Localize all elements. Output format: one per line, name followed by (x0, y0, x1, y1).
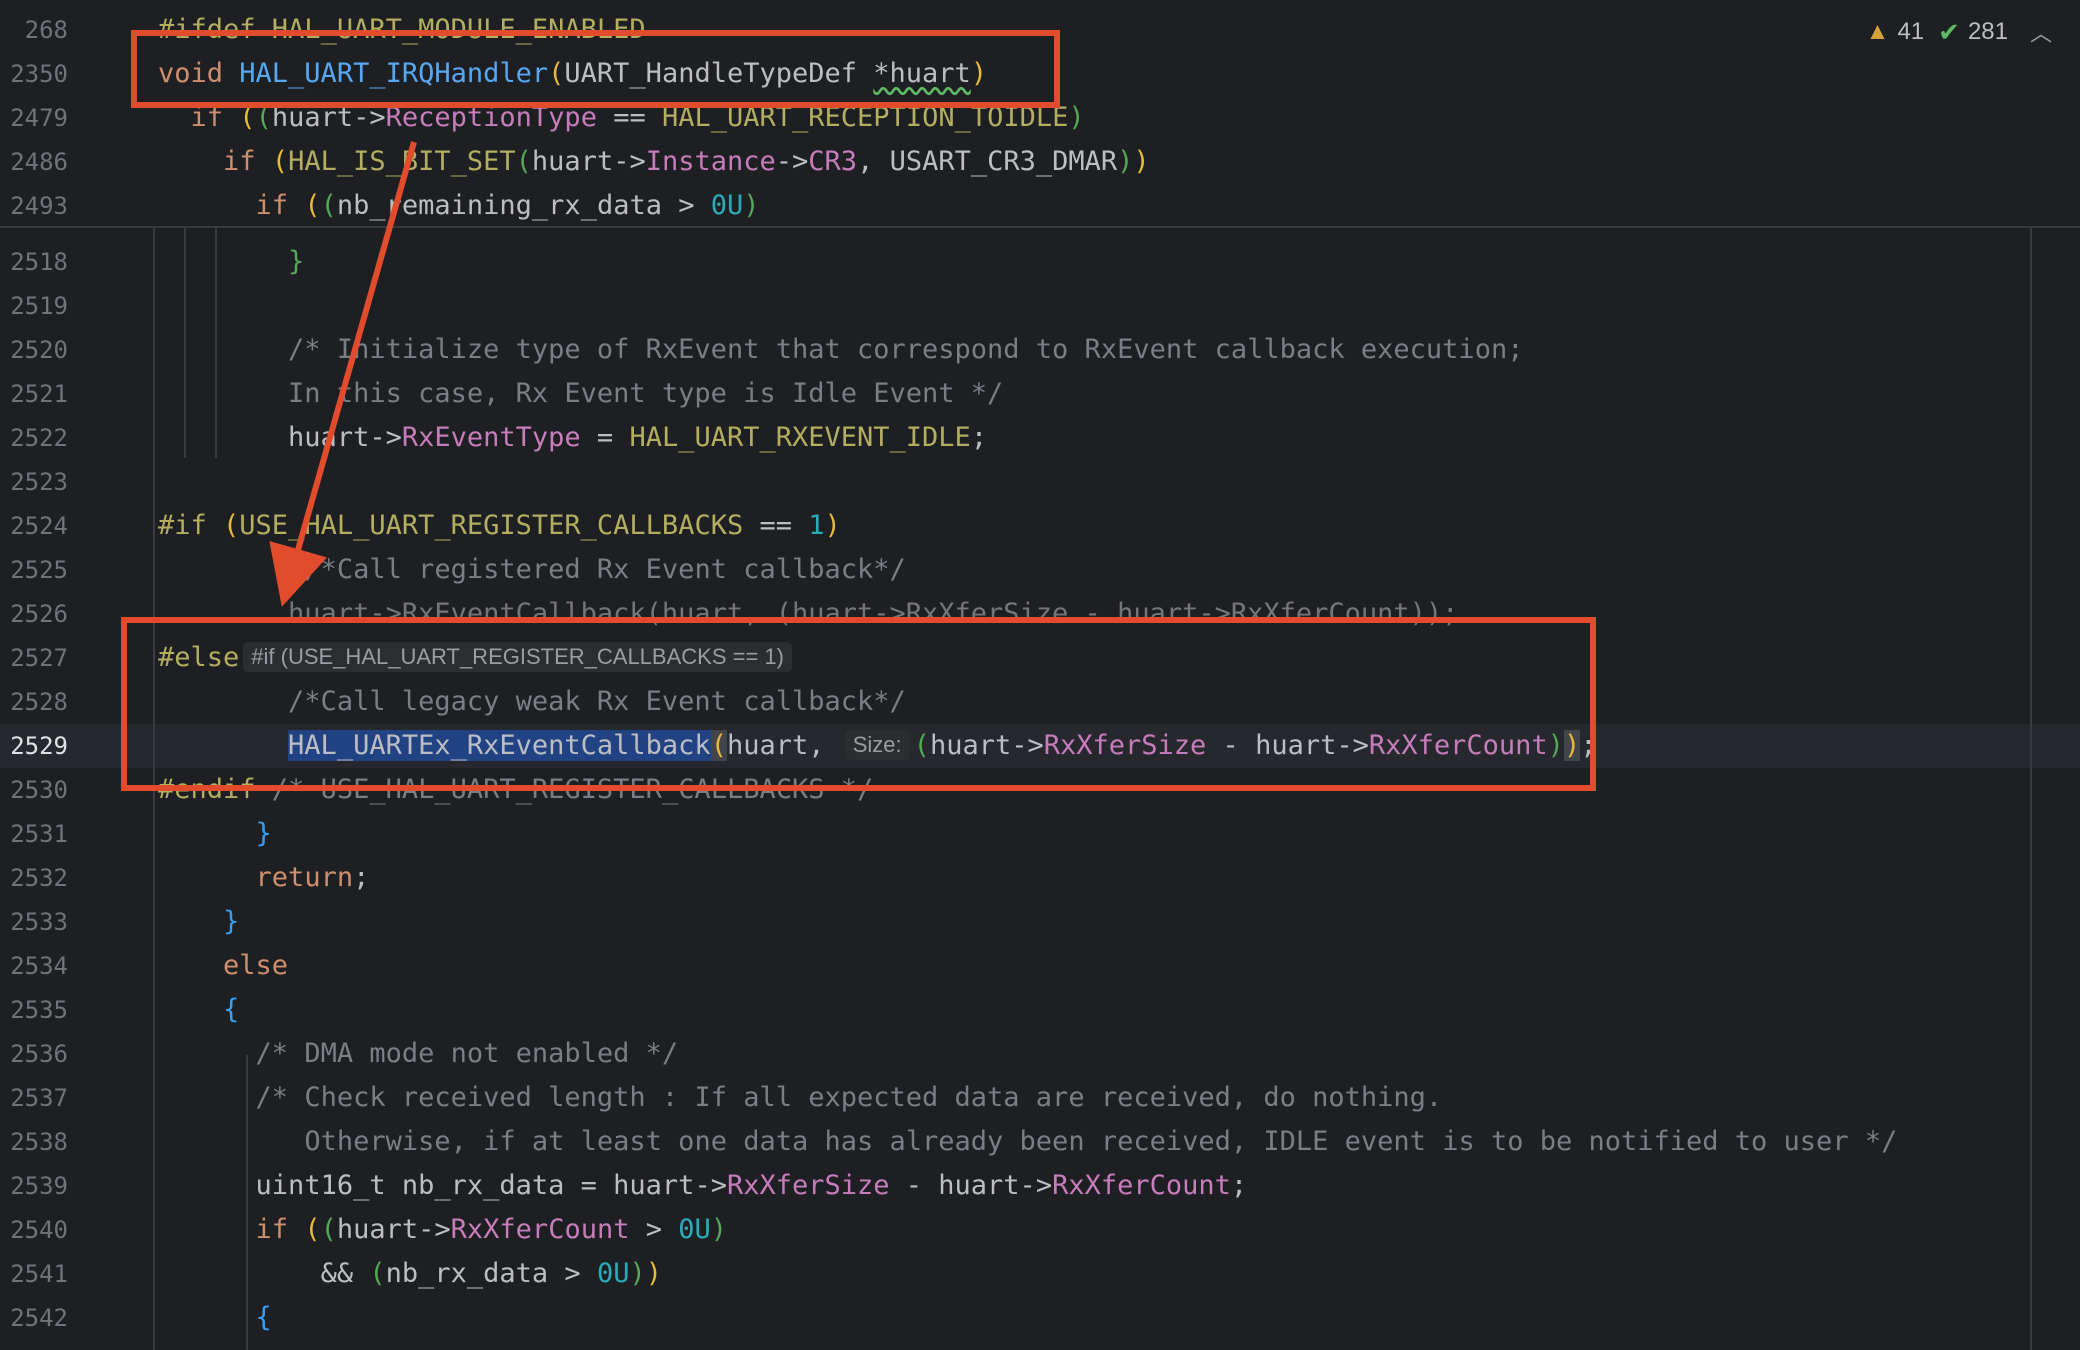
annotation-arrow (269, 141, 417, 607)
